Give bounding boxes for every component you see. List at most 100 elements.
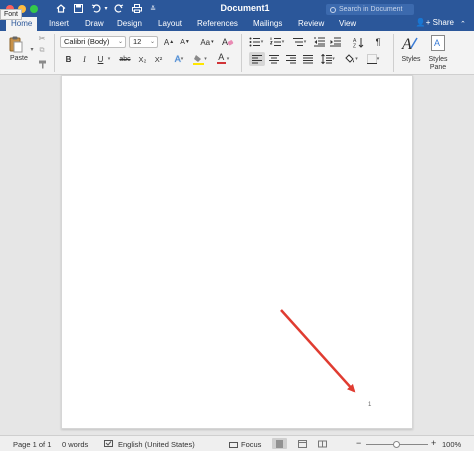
paste-options-chevron-icon[interactable]: ▾ [29, 43, 35, 55]
group-divider [241, 34, 242, 72]
svg-text:A: A [222, 37, 228, 47]
tab-review[interactable]: Review [298, 17, 324, 31]
font-color-icon: A [216, 52, 226, 64]
italic-button[interactable]: I [79, 53, 90, 65]
line-spacing-icon [321, 54, 333, 64]
styles-icon: A [401, 36, 418, 52]
home-icon[interactable] [55, 2, 67, 15]
font-size-dropdown[interactable]: 12 ⌄ [129, 36, 158, 48]
styles-pane-icon: A [431, 35, 445, 51]
borders-button[interactable]: ▾ [364, 53, 382, 65]
focus-icon [229, 442, 238, 449]
zoom-slider[interactable] [366, 441, 428, 448]
multilevel-list-icon [292, 38, 303, 46]
save-icon[interactable] [72, 2, 84, 15]
word-count[interactable]: 0 words [62, 440, 88, 449]
font-name-dropdown[interactable]: Calibri (Body) ⌄ [60, 36, 126, 48]
group-divider [54, 34, 55, 72]
highlight-button[interactable]: ▾ [191, 53, 209, 65]
underline-button[interactable]: U [95, 53, 106, 65]
page-count[interactable]: Page 1 of 1 [13, 440, 51, 449]
proofing-icon[interactable] [104, 440, 113, 448]
highlighter-icon [193, 54, 205, 65]
tab-layout[interactable]: Layout [158, 17, 182, 31]
copy-icon[interactable]: ⧉ [37, 45, 47, 57]
borders-icon [366, 54, 377, 64]
align-left-icon [252, 54, 262, 63]
document-title: Document1 [220, 3, 270, 13]
undo-menu-chevron-icon[interactable]: ▾ [103, 2, 109, 15]
justify-button[interactable] [301, 53, 315, 65]
cut-icon[interactable]: ✂ [37, 32, 47, 44]
search-icon [330, 6, 336, 13]
chevron-down-icon: ⌄ [117, 39, 123, 45]
print-layout-view-icon[interactable] [272, 438, 287, 449]
document-canvas: 1 [0, 75, 474, 435]
clear-formatting-icon[interactable]: A [221, 35, 235, 47]
text-effects-button[interactable]: A ▾ [171, 53, 187, 65]
add-person-icon: 👤+ [415, 18, 431, 27]
paste-button[interactable] [8, 34, 24, 54]
strikethrough-button[interactable]: abc [117, 53, 133, 65]
language[interactable]: English (United States) [118, 440, 195, 449]
increase-indent-icon[interactable] [329, 36, 341, 48]
tab-draw[interactable]: Draw [85, 17, 104, 31]
styles-pane-label-line2: Pane [429, 64, 447, 71]
align-right-icon [286, 54, 296, 63]
web-layout-view-icon[interactable] [298, 440, 307, 448]
bullets-button[interactable]: ▾ [247, 36, 265, 48]
font-color-button[interactable]: A ▾ [214, 53, 232, 65]
zoom-out-icon[interactable]: − [356, 438, 361, 448]
line-spacing-button[interactable]: ▾ [319, 53, 337, 65]
share-button[interactable]: 👤+ Share [416, 18, 454, 27]
styles-label: Styles [401, 56, 421, 63]
styles-pane-label-line1: Styles [428, 56, 448, 63]
zoom-in-icon[interactable]: + [431, 438, 436, 448]
align-center-button[interactable] [267, 53, 281, 65]
subscript-button[interactable]: X₂ [136, 53, 149, 65]
show-formatting-marks-button[interactable]: ¶ [373, 36, 383, 48]
tab-references[interactable]: References [197, 17, 238, 31]
styles-pane-label: Styles Pane [425, 56, 451, 72]
zoom-level[interactable]: 100% [442, 440, 461, 449]
decrease-indent-icon[interactable] [313, 36, 325, 48]
underline-options-chevron-icon[interactable]: ▾ [106, 53, 112, 65]
align-right-button[interactable] [284, 53, 298, 65]
svg-text:A: A [434, 38, 440, 48]
paste-label: Paste [10, 55, 28, 62]
undo-icon[interactable] [89, 2, 103, 15]
tab-mailings[interactable]: Mailings [253, 17, 282, 31]
annotation-arrow [280, 309, 356, 393]
zoom-slider-knob[interactable] [393, 441, 400, 448]
change-case-button[interactable]: Aa ▾ [197, 36, 217, 48]
format-painter-icon[interactable] [37, 58, 47, 70]
superscript-button[interactable]: X² [152, 53, 165, 65]
styles-button[interactable]: A [399, 33, 421, 53]
tab-insert[interactable]: Insert [49, 17, 69, 31]
grow-font-button[interactable]: A ▲ [162, 36, 176, 48]
tab-view[interactable]: View [339, 17, 356, 31]
read-mode-view-icon[interactable] [318, 440, 327, 448]
tab-design[interactable]: Design [117, 17, 142, 31]
bold-button[interactable]: B [63, 53, 74, 65]
print-icon[interactable] [131, 2, 143, 15]
bullet-list-icon [249, 37, 260, 47]
sort-icon[interactable]: AZ [352, 36, 364, 48]
align-left-button[interactable] [249, 52, 265, 66]
customize-toolbar-icon[interactable]: ≚ [149, 2, 157, 15]
multilevel-list-button[interactable]: ▾ [290, 36, 308, 48]
shrink-font-button[interactable]: A ▼ [178, 36, 192, 48]
search-input[interactable]: Search in Document [326, 4, 414, 15]
styles-pane-button[interactable]: A [428, 34, 448, 52]
font-name-value: Calibri (Body) [64, 37, 110, 46]
shading-button[interactable]: ▾ [342, 53, 360, 65]
collapse-ribbon-icon[interactable]: ⌃ [460, 18, 466, 30]
focus-button[interactable]: Focus [229, 440, 261, 449]
justify-icon [303, 54, 313, 63]
title-bar: Font ▾ ≚ Document1 Search in Document [0, 0, 474, 20]
numbering-button[interactable]: ▾ [268, 36, 286, 48]
zoom-window-button[interactable] [30, 5, 38, 13]
redo-icon[interactable] [113, 2, 125, 15]
svg-text:Z: Z [353, 43, 356, 48]
align-center-icon [269, 54, 279, 63]
